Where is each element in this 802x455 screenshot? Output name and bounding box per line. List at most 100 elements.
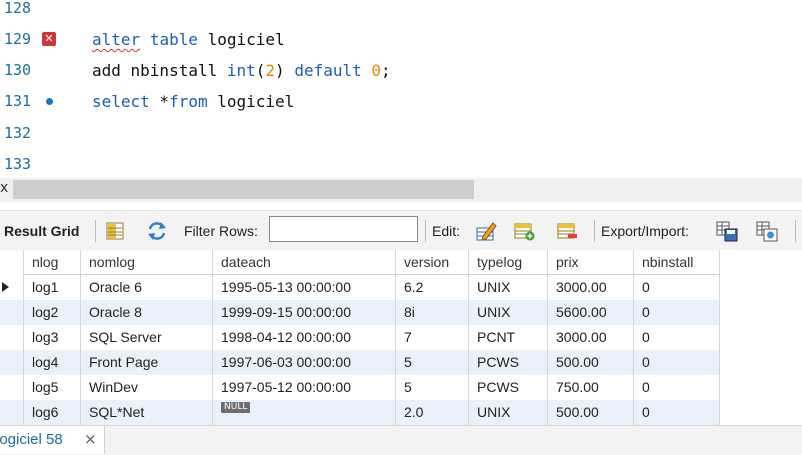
table-cell-prix[interactable]: 3000.00	[548, 325, 634, 350]
code-token: )	[275, 61, 295, 80]
close-icon[interactable]: ×	[84, 426, 97, 453]
result-tab-logiciel[interactable]: logiciel 58 ×	[0, 426, 105, 454]
result-grid[interactable]: nlog nomlog dateach version typelog prix…	[0, 250, 802, 425]
table-row[interactable]: log1 Oracle 6 1995-05-13 00:00:00 6.2 UNIX 30…	[0, 275, 720, 300]
table-cell-nlog[interactable]: log2	[24, 300, 81, 325]
column-header-typelog[interactable]: typelog	[469, 250, 548, 275]
table-cell-version[interactable]: 2.0	[396, 400, 469, 425]
column-header-nbinstall[interactable]: nbinstall	[634, 250, 720, 275]
table-row[interactable]: log2 Oracle 8 1999-09-15 00:00:00 8i UNIX 560…	[0, 300, 720, 325]
table-cell-prix[interactable]: 500.00	[548, 400, 634, 425]
column-header-prix[interactable]: prix	[548, 250, 634, 275]
table-cell-version[interactable]: 5	[396, 350, 469, 375]
table-row[interactable]: log6 SQL*Net NULL 2.0 UNIX 500.00 0	[0, 400, 720, 425]
grid-layout-icon[interactable]	[104, 220, 126, 242]
editor-line-129[interactable]: 129 ✕ alter table logiciel	[0, 24, 802, 55]
editor-line-133[interactable]: 133	[0, 149, 802, 178]
code-line: select *from logiciel	[92, 86, 294, 117]
row-header[interactable]	[0, 325, 24, 350]
table-cell-version[interactable]: 7	[396, 325, 469, 350]
delete-row-icon[interactable]	[556, 220, 578, 242]
table-cell-nomlog[interactable]: Front Page	[81, 350, 213, 375]
table-cell-nbinstall[interactable]: 0	[634, 400, 720, 425]
editor-line-130[interactable]: 130 add nbinstall int(2) default 0;	[0, 55, 802, 86]
table-cell-prix[interactable]: 3000.00	[548, 275, 634, 300]
row-header[interactable]	[0, 375, 24, 400]
table-cell-dateach[interactable]: 1997-05-12 00:00:00	[213, 375, 396, 400]
error-marker-icon[interactable]: ✕	[42, 32, 56, 46]
table-cell-dateach[interactable]: 1998-04-12 00:00:00	[213, 325, 396, 350]
table-cell-dateach[interactable]: NULL	[213, 400, 396, 425]
table-cell-nbinstall[interactable]: 0	[634, 375, 720, 400]
column-header-dateach[interactable]: dateach	[213, 250, 396, 275]
row-header-corner	[0, 250, 24, 275]
table-cell-version[interactable]: 6.2	[396, 275, 469, 300]
table-cell-nbinstall[interactable]: 0	[634, 300, 720, 325]
table-cell-nomlog[interactable]: SQL Server	[81, 325, 213, 350]
import-icon[interactable]	[756, 220, 778, 242]
column-header-version[interactable]: version	[396, 250, 469, 275]
scrollbar-thumb[interactable]	[13, 180, 474, 199]
editor-line-132[interactable]: 132	[0, 118, 802, 149]
code-token: 2	[265, 61, 276, 80]
table-cell-typelog[interactable]: PCWS	[469, 375, 548, 400]
table-cell-prix[interactable]: 750.00	[548, 375, 634, 400]
edit-row-icon[interactable]	[475, 220, 497, 242]
filter-rows-input[interactable]	[269, 216, 418, 242]
column-header-nomlog[interactable]: nomlog	[81, 250, 213, 275]
close-icon[interactable]: x	[0, 180, 8, 196]
code-token: add nbinstall	[92, 61, 227, 80]
result-grid-tab[interactable]: Result Grid	[4, 211, 79, 251]
table-cell-nlog[interactable]: log5	[24, 375, 81, 400]
line-number: 132	[4, 124, 32, 142]
row-header[interactable]	[0, 350, 24, 375]
row-header[interactable]	[0, 275, 24, 300]
code-token: logiciel	[207, 92, 295, 111]
row-header[interactable]	[0, 400, 24, 425]
table-cell-dateach[interactable]: 1995-05-13 00:00:00	[213, 275, 396, 300]
table-cell-typelog[interactable]: UNIX	[469, 300, 548, 325]
refresh-icon[interactable]	[146, 220, 168, 242]
tab-label: logiciel 58	[0, 431, 63, 448]
code-token: from	[169, 92, 208, 111]
horizontal-scrollbar[interactable]: x	[0, 178, 802, 202]
table-cell-nlog[interactable]: log4	[24, 350, 81, 375]
table-cell-typelog[interactable]: UNIX	[469, 400, 548, 425]
sql-editor[interactable]: 128 129 ✕ alter table logiciel 130 add n…	[0, 0, 802, 178]
table-cell-nomlog[interactable]: WinDev	[81, 375, 213, 400]
table-cell-version[interactable]: 5	[396, 375, 469, 400]
editor-line-131[interactable]: 131 select *from logiciel	[0, 86, 802, 117]
edit-label: Edit:	[432, 223, 461, 239]
table-cell-typelog[interactable]: PCWS	[469, 350, 548, 375]
table-cell-typelog[interactable]: PCNT	[469, 325, 548, 350]
add-row-icon[interactable]	[513, 220, 535, 242]
column-header-nlog[interactable]: nlog	[24, 250, 81, 275]
table-cell-nlog[interactable]: log6	[24, 400, 81, 425]
table-cell-dateach[interactable]: 1997-06-03 00:00:00	[213, 350, 396, 375]
toolbar-separator	[594, 220, 595, 242]
editor-line-128[interactable]: 128	[0, 0, 802, 24]
table-row[interactable]: log5 WinDev 1997-05-12 00:00:00 5 PCWS 750.00…	[0, 375, 720, 400]
line-number: 133	[4, 155, 32, 173]
table-cell-nomlog[interactable]: Oracle 8	[81, 300, 213, 325]
table-cell-nlog[interactable]: log1	[24, 275, 81, 300]
table-cell-typelog[interactable]: UNIX	[469, 275, 548, 300]
line-number: 129	[4, 30, 32, 48]
export-icon[interactable]	[716, 220, 738, 242]
table-cell-nbinstall[interactable]: 0	[634, 275, 720, 300]
table-cell-prix[interactable]: 500.00	[548, 350, 634, 375]
row-header[interactable]	[0, 300, 24, 325]
table-row[interactable]: log3 SQL Server 1998-04-12 00:00:00 7 PCNT 30…	[0, 325, 720, 350]
table-row[interactable]: log4 Front Page 1997-06-03 00:00:00 5 PCWS 50…	[0, 350, 720, 375]
table-cell-version[interactable]: 8i	[396, 300, 469, 325]
code-line: alter table logiciel	[92, 24, 285, 55]
table-cell-nbinstall[interactable]: 0	[634, 350, 720, 375]
table-cell-nlog[interactable]: log3	[24, 325, 81, 350]
table-cell-prix[interactable]: 5600.00	[548, 300, 634, 325]
table-cell-nbinstall[interactable]: 0	[634, 325, 720, 350]
toolbar-separator	[795, 220, 796, 242]
table-cell-nomlog[interactable]: SQL*Net	[81, 400, 213, 425]
table-cell-nomlog[interactable]: Oracle 6	[81, 275, 213, 300]
table-cell-dateach[interactable]: 1999-09-15 00:00:00	[213, 300, 396, 325]
